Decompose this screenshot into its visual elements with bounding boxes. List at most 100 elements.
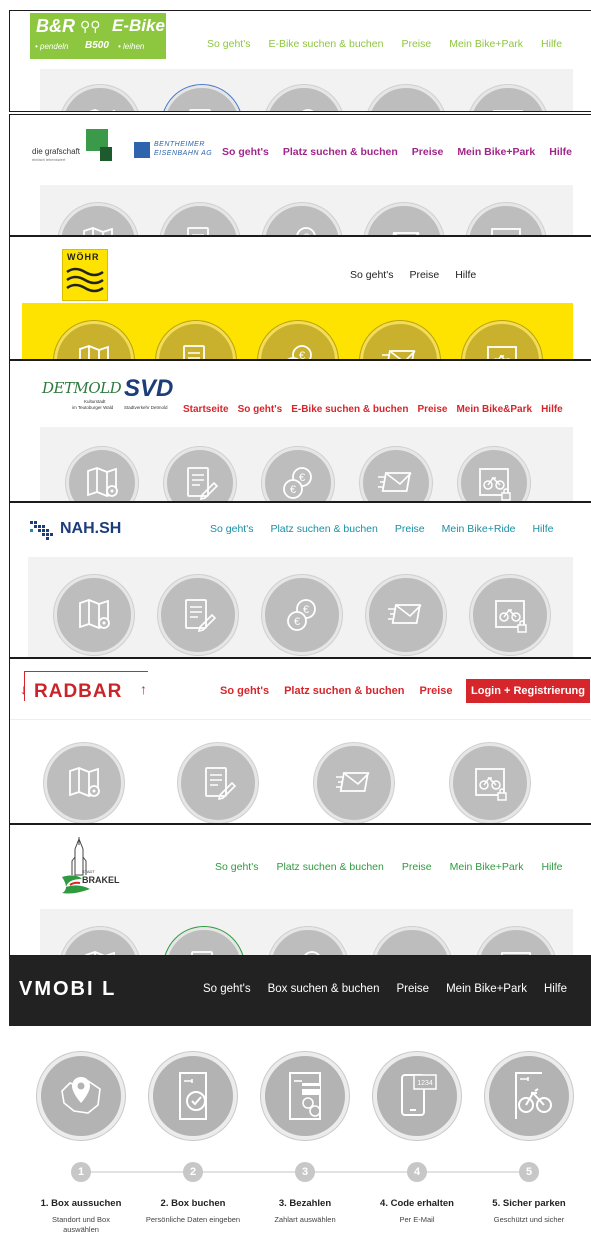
nav-so-gehts[interactable]: So geht's (222, 146, 269, 158)
nav-hilfe[interactable]: Hilfe (549, 146, 572, 158)
card-coins-icon (289, 1072, 321, 1120)
nav-mein-bike[interactable]: Mein Bike+Park (450, 861, 524, 873)
nav-hilfe[interactable]: Hilfe (455, 269, 476, 281)
nav-mein-bike[interactable]: Mein Bike+Park (446, 983, 527, 995)
nav-hilfe[interactable]: Hilfe (544, 983, 567, 995)
br-logo[interactable]: B&R ⚲⚲ E-Bike • pendeln B500 • leihen (30, 13, 166, 59)
map-icon (54, 321, 134, 359)
nav-startseite[interactable]: Startseite (183, 404, 229, 415)
form-icon (158, 575, 238, 655)
step-4-subtitle: Per E-Mail (399, 1215, 435, 1224)
bike-box-icon (515, 1072, 552, 1119)
grafschaft-logo-sub: einfach lebenswert (32, 157, 66, 162)
form-icon (162, 85, 242, 111)
mail-icon (366, 85, 446, 111)
panel-brakel: STADT BRAKEL So geht's Platz suchen & bu… (9, 824, 591, 956)
nav-hilfe[interactable]: Hilfe (532, 523, 553, 535)
door-check-icon (179, 1072, 207, 1120)
nav-so-gehts[interactable]: So geht's (215, 861, 258, 873)
detmold-logo[interactable]: DETMOLD Kulturstadt im Teutoburger Wald (42, 375, 122, 415)
nav-preise[interactable]: Preise (412, 146, 444, 158)
nav-so-gehts[interactable]: So geht's (220, 685, 269, 697)
nav-preise[interactable]: Preise (401, 38, 431, 50)
nav-preise[interactable]: Preise (409, 269, 439, 281)
map-icon (58, 203, 138, 235)
br-logo-ebike: E-Bike (112, 16, 165, 35)
nav-mein-bike[interactable]: Mein Bike&Park (456, 404, 532, 415)
nav-preise[interactable]: Preise (420, 685, 453, 697)
nav-suchen-buchen[interactable]: Platz suchen & buchen (270, 523, 377, 535)
map-icon (44, 743, 124, 823)
panel-br-ebike: B&R ⚲⚲ E-Bike • pendeln B500 • leihen So… (9, 10, 591, 112)
vmobil-nav: So geht's Box suchen & buchen Preise Mei… (203, 983, 567, 995)
mail-icon (372, 927, 452, 955)
panel-detmold: DETMOLD Kulturstadt im Teutoburger Wald … (9, 360, 591, 502)
step-1-circle (37, 1052, 125, 1140)
nav-hilfe[interactable]: Hilfe (541, 38, 562, 50)
nav-so-gehts[interactable]: So geht's (350, 269, 393, 281)
vmobil-header: VMOBI L So geht's Box suchen & buchen Pr… (9, 956, 591, 1026)
nav-hilfe[interactable]: Hilfe (541, 861, 562, 873)
arrow-down-icon: ↓ (20, 681, 27, 697)
br-steps-strip (40, 69, 573, 111)
nav-suchen-buchen[interactable]: E-Bike suchen & buchen (291, 404, 408, 415)
brakel-logo[interactable]: STADT BRAKEL (54, 835, 120, 899)
form-icon (164, 927, 244, 955)
mail-icon (366, 575, 446, 655)
coins-icon (262, 203, 342, 235)
grafschaft-logo[interactable]: die grafschaft einfach lebenswert (32, 129, 120, 169)
bike-box-icon (470, 575, 550, 655)
brakel-steps-strip (40, 909, 573, 955)
detmold-logo-sub2: im Teutoburger Wald (72, 405, 114, 410)
brakel-swoosh-icon (62, 875, 90, 894)
nav-suchen-buchen[interactable]: E-Bike suchen & buchen (268, 38, 383, 50)
nav-suchen-buchen[interactable]: Platz suchen & buchen (283, 146, 398, 158)
panel-vmobil: VMOBI L So geht's Box suchen & buchen Pr… (9, 956, 591, 1241)
nav-suchen-buchen[interactable]: Platz suchen & buchen (276, 861, 383, 873)
grafschaft-nav: So geht's Platz suchen & buchen Preise M… (222, 146, 572, 158)
nav-preise[interactable]: Preise (396, 983, 429, 995)
nav-so-gehts[interactable]: So geht's (210, 523, 253, 535)
step-5-number: 5 (519, 1162, 539, 1182)
nahsh-logo-text: NAH.SH (60, 520, 122, 537)
nav-hilfe[interactable]: Hilfe (541, 404, 563, 415)
radbar-logo-text: RADBAR (34, 681, 123, 702)
vmobil-logo[interactable]: VMOBI L (19, 978, 116, 1001)
bike-box-icon (450, 743, 530, 823)
mail-icon (364, 203, 444, 235)
nav-mein-bike[interactable]: Mein Bike+Park (457, 146, 535, 158)
nav-preise[interactable]: Preise (417, 404, 447, 415)
nav-suchen-buchen[interactable]: Box suchen & buchen (268, 983, 380, 995)
woehr-nav: So geht's Preise Hilfe (350, 269, 476, 281)
bentheimer-logo[interactable]: BENTHEIMER EISENBAHN AG (134, 141, 214, 161)
nav-so-gehts[interactable]: So geht's (207, 38, 250, 50)
nav-mein-bike[interactable]: Mein Bike+Park (449, 38, 523, 50)
coins-icon (262, 575, 342, 655)
step-4-number: 4 (407, 1162, 427, 1182)
brakel-nav: So geht's Platz suchen & buchen Preise M… (215, 861, 562, 873)
nav-preise[interactable]: Preise (402, 861, 432, 873)
coins-icon (258, 321, 338, 359)
nahsh-logo[interactable]: NAH.SH (28, 517, 128, 543)
coins-icon (262, 447, 334, 501)
login-register-button[interactable]: Login + Registrierung (466, 679, 590, 703)
form-icon (178, 743, 258, 823)
br-logo-sub1: • pendeln (35, 42, 69, 51)
nav-so-gehts[interactable]: So geht's (238, 404, 283, 415)
radbar-logo[interactable]: ↓ RADBAR ↑ (18, 669, 158, 707)
nav-suchen-buchen[interactable]: Platz suchen & buchen (284, 685, 404, 697)
mail-icon (360, 447, 432, 501)
nav-mein-bike[interactable]: Mein Bike+Ride (442, 523, 516, 535)
woehr-logo[interactable]: WÖHR (62, 249, 108, 301)
step-1-subtitle: Standort und Box auswählen (52, 1215, 110, 1234)
woehr-steps-strip (22, 303, 573, 359)
nav-preise[interactable]: Preise (395, 523, 425, 535)
svd-logo-text: SVD (124, 375, 174, 402)
grafschaft-mark-2 (100, 147, 112, 161)
step-4-title: 4. Code erhalten (380, 1198, 454, 1209)
step-5-title: 5. Sicher parken (492, 1198, 566, 1209)
svd-logo[interactable]: SVD Stadtverkehr Detmold (124, 375, 184, 415)
bike-box-icon (466, 203, 546, 235)
nav-so-gehts[interactable]: So geht's (203, 983, 251, 995)
coins-icon (264, 85, 344, 111)
